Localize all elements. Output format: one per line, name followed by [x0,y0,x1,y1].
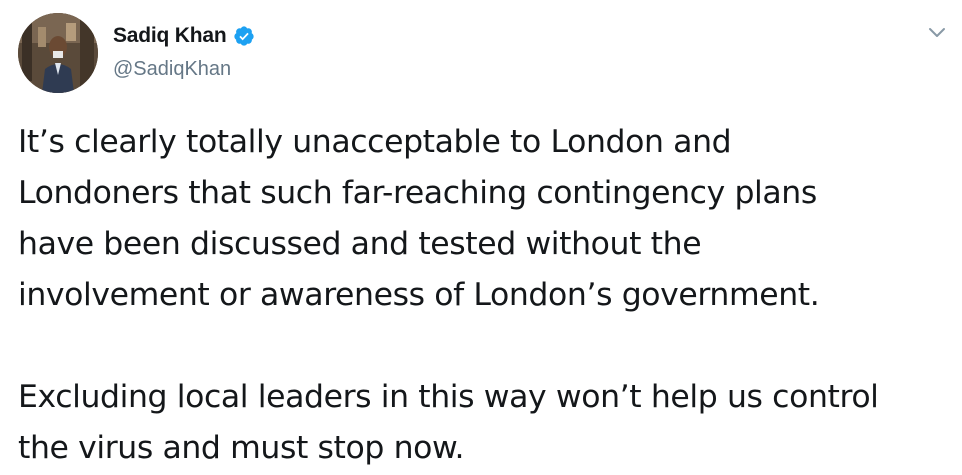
tweet-text: It’s clearly totally unacceptable to Lon… [18,117,953,474]
chevron-down-icon[interactable] [925,24,949,42]
tweet-line: have been discussed and tested without t… [18,226,702,262]
tweet-line: Excluding local leaders in this way won’… [18,379,879,415]
author-display-name[interactable]: Sadiq Khan [113,24,227,48]
tweet-paragraph: Excluding local leaders in this way won’… [18,372,953,474]
tweet-line: the virus and must stop now. [18,430,465,466]
avatar[interactable] [18,13,98,93]
tweet-card: Sadiq Khan @SadiqKhan It’s clearly total… [0,0,962,475]
tweet-line: It’s clearly totally unacceptable to Lon… [18,124,732,160]
tweet-paragraph: It’s clearly totally unacceptable to Lon… [18,117,953,321]
author-name-row[interactable]: Sadiq Khan [113,24,255,48]
tweet-line: involvement or awareness of London’s gov… [18,277,820,313]
verified-badge-icon [233,25,255,47]
author-handle[interactable]: @SadiqKhan [113,58,231,81]
tweet-line: Londoners that such far-reaching conting… [18,175,817,211]
avatar-photo [18,13,98,93]
